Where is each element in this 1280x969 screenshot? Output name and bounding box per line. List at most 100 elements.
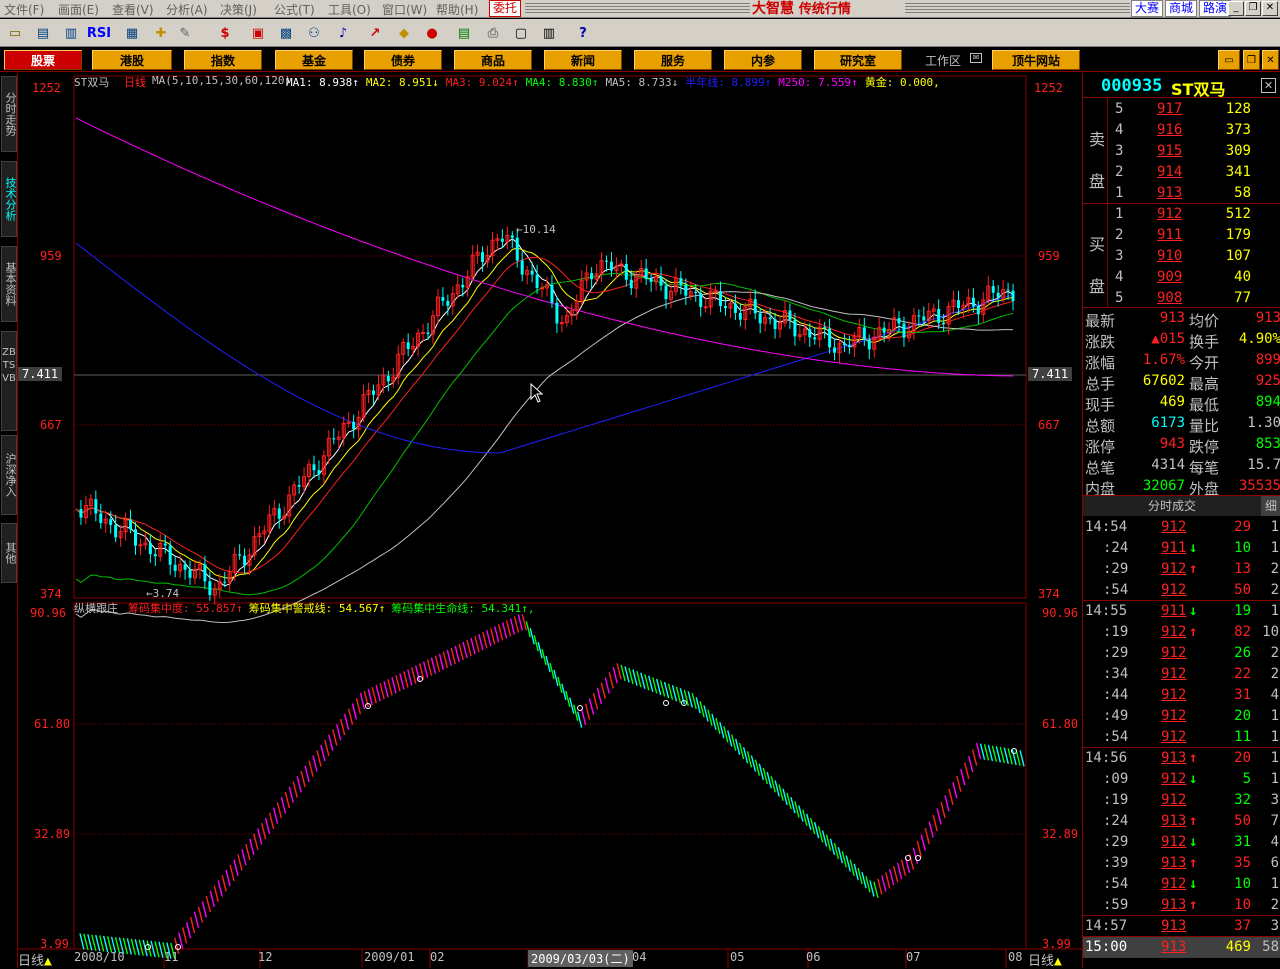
- tick-row[interactable]: :24 911 ↓ 10 1: [1083, 538, 1280, 559]
- tick-row[interactable]: :29 912 26 2: [1083, 643, 1280, 664]
- menu-view[interactable]: 查看(V): [112, 1, 154, 18]
- roadshow-button[interactable]: 路演: [1199, 0, 1231, 17]
- ticks-detail-tab[interactable]: 细: [1261, 496, 1280, 516]
- tick-row[interactable]: :24 913 ↑ 50 7: [1083, 811, 1280, 832]
- print-icon[interactable]: ⎙: [482, 22, 504, 44]
- nav-insider-button[interactable]: 内参: [724, 50, 802, 70]
- tick-row[interactable]: 15:00 913 469 58: [1083, 937, 1280, 958]
- tick-row[interactable]: :54 912 ↓ 10 1: [1083, 874, 1280, 895]
- tick-row[interactable]: 14:57 913 37 3: [1083, 916, 1280, 937]
- grid-icon[interactable]: ▦: [121, 22, 143, 44]
- buy-level-row[interactable]: 3 910 107: [1083, 246, 1280, 267]
- kline-chart-svg[interactable]: [18, 73, 1082, 968]
- menu-tools[interactable]: 工具(O): [328, 1, 371, 18]
- tick-row[interactable]: :19 912 32 3: [1083, 790, 1280, 811]
- tab-technical[interactable]: 技术分析: [1, 161, 17, 237]
- close-panel-icon[interactable]: ✕: [1262, 50, 1279, 70]
- menu-formula[interactable]: 公式(T): [274, 1, 315, 18]
- tick-row[interactable]: 14:56 913 ↑ 20 1: [1083, 748, 1280, 769]
- menu-help[interactable]: 帮助(H): [436, 1, 478, 18]
- ruler-icon[interactable]: ✎: [174, 22, 196, 44]
- book-icon[interactable]: ▥: [538, 22, 560, 44]
- weituo-button[interactable]: 委托: [489, 0, 521, 17]
- nav-service-button[interactable]: 服务: [634, 50, 712, 70]
- tab-fundamental[interactable]: 基本资料: [1, 246, 17, 322]
- ribbon-stroke: [557, 676, 563, 694]
- buy-level-row[interactable]: 5 908 77: [1083, 288, 1280, 309]
- kline-icon[interactable]: ▥: [60, 22, 82, 44]
- nav-research-button[interactable]: 研究室: [814, 50, 902, 70]
- binoculars-icon[interactable]: ⚇: [303, 22, 325, 44]
- tick-row[interactable]: :54 912 50 2: [1083, 580, 1280, 601]
- tick-row[interactable]: :54 912 11 1: [1083, 727, 1280, 748]
- minimize-icon[interactable]: _: [1228, 1, 1244, 16]
- tab-intraday[interactable]: 分时走势: [1, 76, 17, 152]
- sell-level-row[interactable]: 3 915 309: [1083, 141, 1280, 162]
- tick-row[interactable]: 14:54 912 29 1: [1083, 517, 1280, 538]
- sell-level-row[interactable]: 4 916 373: [1083, 120, 1280, 141]
- layout-icon[interactable]: ▩: [275, 22, 297, 44]
- tick-row[interactable]: :49 912 20 1: [1083, 706, 1280, 727]
- list-icon[interactable]: ▤: [453, 22, 475, 44]
- period-tab-right[interactable]: 日线▲: [1028, 950, 1062, 969]
- nav-bond-button[interactable]: 债券: [364, 50, 442, 70]
- nav-index-button[interactable]: 指数: [184, 50, 262, 70]
- nav-stock-button[interactable]: 股票: [4, 50, 82, 70]
- close-icon[interactable]: ✕: [1262, 1, 1278, 16]
- nav-news-button[interactable]: 新闻: [544, 50, 622, 70]
- tick-row[interactable]: :09 912 ↓ 5 1: [1083, 769, 1280, 790]
- tick-row[interactable]: :19 912 ↑ 82 10: [1083, 622, 1280, 643]
- chart-area[interactable]: ST双马 日线 MA(5,10,15,30,60,120) MA1: 8.938…: [18, 73, 1082, 969]
- ribbon-stroke: [971, 749, 978, 766]
- tick-row[interactable]: 14:55 911 ↓ 19 1: [1083, 601, 1280, 622]
- tick-row[interactable]: :39 913 ↑ 35 6: [1083, 853, 1280, 874]
- mark-icon[interactable]: ●: [421, 22, 443, 44]
- menu-file[interactable]: 文件(F): [4, 1, 44, 18]
- window-icon[interactable]: ▢: [510, 22, 532, 44]
- close-quote-icon[interactable]: ✕: [1261, 78, 1276, 93]
- tab-net-inflow[interactable]: 沪深净入: [1, 435, 17, 515]
- sell-level-row[interactable]: 1 913 58: [1083, 183, 1280, 204]
- tick-row[interactable]: :29 912 ↑ 13 2: [1083, 559, 1280, 580]
- mall-button[interactable]: 商城: [1165, 0, 1197, 17]
- mail-icon[interactable]: ✉: [970, 53, 982, 63]
- menu-screen[interactable]: 画面(E): [58, 1, 99, 18]
- ribbon-stroke: [995, 746, 1002, 763]
- help-icon[interactable]: ?: [572, 22, 594, 44]
- tab-zbtsvb[interactable]: ZBTSVB: [1, 331, 17, 431]
- menu-window[interactable]: 窗口(W): [382, 1, 427, 18]
- nav-commodity-button[interactable]: 商品: [454, 50, 532, 70]
- chart-icon[interactable]: ▤: [32, 22, 54, 44]
- tick-count: 3: [1270, 918, 1279, 934]
- ticks-header[interactable]: 分时成交: [1083, 496, 1261, 516]
- nav-site-button[interactable]: 顶牛网站: [992, 50, 1080, 70]
- tick-row[interactable]: :29 912 ↓ 31 4: [1083, 832, 1280, 853]
- buy-level-row[interactable]: 1 912 512: [1083, 204, 1280, 225]
- bell-icon[interactable]: ♪: [332, 22, 354, 44]
- period-tab-left[interactable]: 日线▲: [18, 950, 52, 969]
- nav-fund-button[interactable]: 基金: [275, 50, 353, 70]
- nav-hk-button[interactable]: 港股: [92, 50, 172, 70]
- alert-icon[interactable]: ↗: [364, 22, 386, 44]
- diamond-icon[interactable]: ◆: [393, 22, 415, 44]
- contest-button[interactable]: 大赛: [1131, 0, 1163, 17]
- buy-level-row[interactable]: 4 909 40: [1083, 267, 1280, 288]
- buy-level-row[interactable]: 2 911 179: [1083, 225, 1280, 246]
- menu-analysis[interactable]: 分析(A): [166, 1, 208, 18]
- dollar-icon[interactable]: $: [214, 22, 236, 44]
- tab-other[interactable]: 其他: [1, 523, 17, 583]
- workspace-label[interactable]: 工作区: [925, 52, 961, 69]
- sell-level-row[interactable]: 2 914 341: [1083, 162, 1280, 183]
- folder-icon[interactable]: ▭: [4, 22, 26, 44]
- restore-icon[interactable]: ❐: [1245, 1, 1261, 16]
- layout-toggle-icon[interactable]: ▭: [1218, 50, 1240, 70]
- tick-row[interactable]: :44 912 31 4: [1083, 685, 1280, 706]
- restore-panel-icon[interactable]: ❐: [1243, 50, 1260, 70]
- monitor-icon[interactable]: ▣: [247, 22, 269, 44]
- cross-icon[interactable]: ✚: [150, 22, 172, 44]
- sell-level-row[interactable]: 5 917 128: [1083, 99, 1280, 120]
- rsi-button[interactable]: RSI: [86, 22, 112, 44]
- tick-row[interactable]: :34 912 22 2: [1083, 664, 1280, 685]
- menu-decision[interactable]: 决策(J): [220, 1, 257, 18]
- tick-row[interactable]: :59 913 ↑ 10 2: [1083, 895, 1280, 916]
